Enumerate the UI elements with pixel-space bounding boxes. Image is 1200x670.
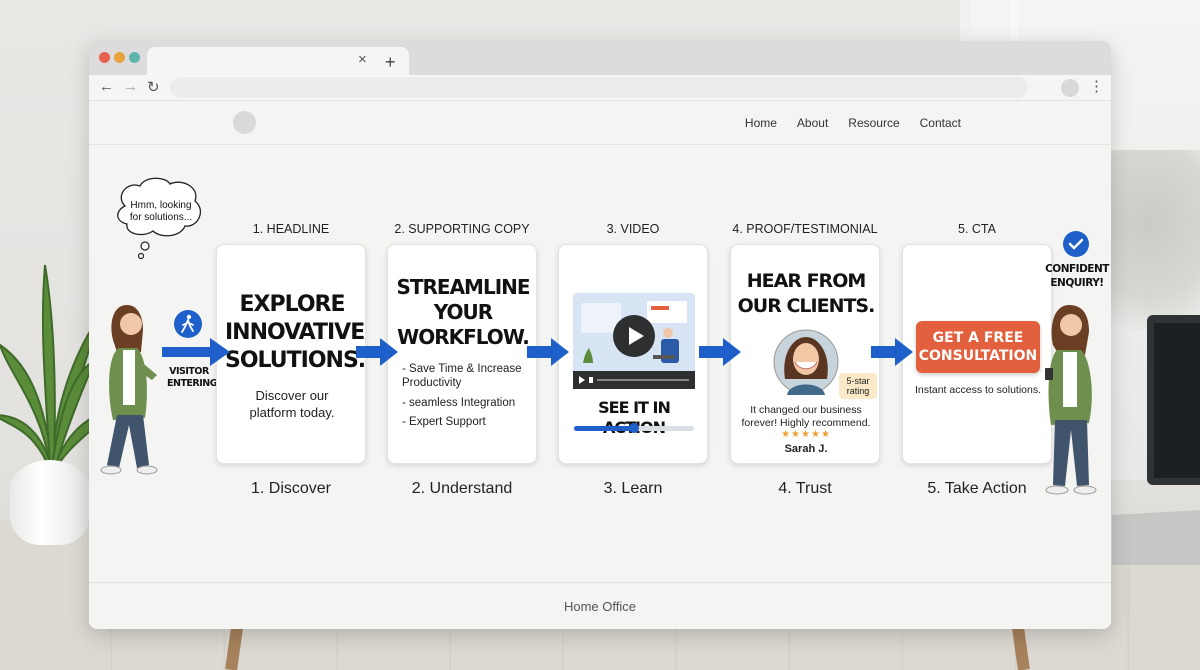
testimonial-card: HEAR FROM OUR CLIENTS. 5-star rating It … xyxy=(730,244,880,464)
step-label-4: 4. Trust xyxy=(778,480,832,497)
profile-avatar[interactable] xyxy=(1061,79,1079,97)
site-logo[interactable] xyxy=(233,111,256,134)
video-progress-knob[interactable] xyxy=(629,423,639,433)
maximize-window-button[interactable] xyxy=(129,52,140,63)
customer-person-icon xyxy=(1045,305,1097,495)
video-progress-fill xyxy=(574,426,634,431)
headline-card: EXPLORE INNOVATIVE SOLUTIONS. Discover o… xyxy=(216,244,366,464)
benefit-item-1: - Save Time & Increase Productivity xyxy=(402,363,522,389)
reload-icon[interactable]: ↻ xyxy=(147,78,160,96)
address-bar[interactable] xyxy=(170,77,1028,98)
plant-pot xyxy=(10,460,90,545)
browser-window: × + ← → ↻ ⋮ Home About Resource Contact … xyxy=(89,41,1111,629)
rating-badge: 5-star rating xyxy=(839,373,877,399)
browser-menu-icon[interactable]: ⋮ xyxy=(1089,77,1104,95)
step-header-2: 2. SUPPORTING COPY xyxy=(394,222,530,236)
checkmark-icon xyxy=(1063,231,1089,257)
benefit-item-2: - seamless Integration xyxy=(402,397,516,409)
thought-bubble-icon xyxy=(117,177,201,260)
nav-home[interactable]: Home xyxy=(745,116,777,130)
step-header-5: 5. CTA xyxy=(958,222,996,236)
site-header: Home About Resource Contact xyxy=(89,101,1111,145)
flow-arrow-icon xyxy=(871,338,913,366)
footer-text: Home Office xyxy=(563,599,636,614)
video-card: SEE IT IN ACTION xyxy=(558,244,708,464)
close-window-button[interactable] xyxy=(99,52,110,63)
browser-toolbar: ← → ↻ ⋮ xyxy=(89,75,1111,101)
benefit-item-3: - Expert Support xyxy=(402,416,486,428)
testimonial-title: HEAR FROM OUR CLIENTS. xyxy=(737,270,876,317)
tab-bar: × + xyxy=(89,41,1111,75)
browser-tab[interactable]: × + xyxy=(147,47,409,75)
visitor-person-icon xyxy=(100,305,158,475)
site-nav: Home About Resource Contact xyxy=(745,116,961,130)
step-header-4: 4. PROOF/TESTIMONIAL xyxy=(732,222,878,236)
nav-resource[interactable]: Resource xyxy=(848,116,899,130)
step-label-1: 1. Discover xyxy=(250,480,332,497)
flow-arrow-icon xyxy=(527,338,569,366)
site-footer: Home Office xyxy=(89,582,1111,629)
minimize-window-button[interactable] xyxy=(114,52,125,63)
step-label-3: 3. Learn xyxy=(603,480,663,497)
flow-arrow-icon xyxy=(356,338,398,366)
client-avatar xyxy=(773,329,839,395)
new-tab-icon[interactable]: + xyxy=(385,52,396,73)
flow-arrow-icon xyxy=(162,338,230,366)
headline-title: EXPLORE INNOVATIVE SOLUTIONS. xyxy=(225,292,366,373)
cta-note: Instant access to solutions. xyxy=(914,384,1042,396)
walking-person-icon xyxy=(174,310,202,338)
nav-contact[interactable]: Contact xyxy=(920,116,961,130)
video-progress-track[interactable] xyxy=(574,423,694,433)
back-icon[interactable]: ← xyxy=(99,78,114,95)
laptop-icon xyxy=(1112,315,1200,565)
supporting-title: STREAMLINE YOUR WORKFLOW. xyxy=(396,275,530,349)
forward-icon[interactable]: → xyxy=(123,78,138,95)
free-consultation-button[interactable]: GET A FREE CONSULTATION xyxy=(916,321,1040,373)
supporting-copy-card: STREAMLINE YOUR WORKFLOW. - Save Time & … xyxy=(387,244,537,464)
flow-arrow-icon xyxy=(699,338,741,366)
step-header-1: 1. HEADLINE xyxy=(252,222,330,236)
headline-body: Discover our platform today. xyxy=(249,388,335,420)
visitor-thought: Hmm, looking for solutions... xyxy=(129,200,193,223)
step-header-3: 3. VIDEO xyxy=(606,222,660,236)
customer-label: CONFIDENT ENQUIRY! xyxy=(1045,263,1109,289)
cta-card: GET A FREE CONSULTATION Instant access t… xyxy=(902,244,1052,464)
star-rating-icon: ★★★★★ xyxy=(781,429,831,440)
testimonial-quote: It changed our business forever! Highly … xyxy=(741,404,871,429)
step-label-2: 2. Understand xyxy=(411,480,513,497)
testimonial-author: Sarah J. xyxy=(784,443,828,455)
funnel-content: Hmm, looking for solutions... VISITOR EN… xyxy=(89,145,1111,582)
step-label-5: 5. Take Action xyxy=(927,480,1027,497)
nav-about[interactable]: About xyxy=(797,116,828,130)
play-button-icon[interactable] xyxy=(613,315,655,357)
visitor-label: VISITOR ENTERING xyxy=(167,366,218,389)
close-tab-icon[interactable]: × xyxy=(358,51,367,68)
rating-badge-text: 5-star rating xyxy=(846,376,870,396)
